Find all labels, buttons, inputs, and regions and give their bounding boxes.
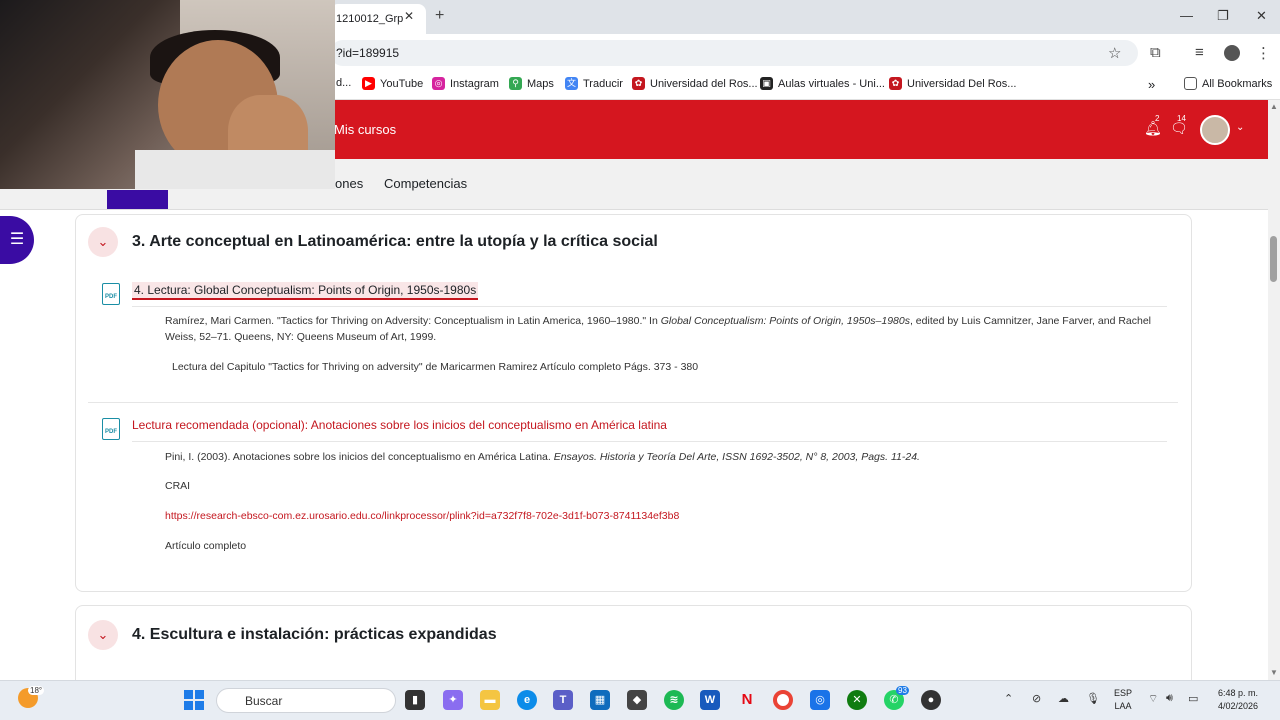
ebsco-link[interactable]: https://research-ebsco-com.ez.urosario.e… [165,508,679,524]
store-icon[interactable]: ▦ [590,690,610,710]
activity-note: Lectura del Capitulo "Tactics for Thrivi… [172,361,699,373]
divider [132,441,1167,442]
spotify-icon[interactable]: ≋ [664,690,684,710]
whatsapp-badge: 93 [896,686,909,695]
close-window-icon[interactable]: ✕ [1256,8,1267,24]
collapse-chevron-icon[interactable]: ⌄ [88,227,118,257]
pdf-icon: PDF [102,418,120,440]
mic-icon[interactable]: 🎙︎ [1086,692,1100,705]
media-icon[interactable]: ≡ [1195,44,1204,61]
menu-icon[interactable]: ⋮ [1256,44,1271,62]
course-index-toggle-icon[interactable]: ☰ [0,216,34,264]
url-text: ?id=189915 [336,46,400,60]
clock[interactable]: 6:48 p. m. 4/02/2026 [1218,687,1258,713]
moodle-icon: ▣ [760,77,773,90]
battery-icon[interactable]: ▭ [1188,692,1198,705]
wifi-icon[interactable]: ⌔ [1148,692,1158,706]
scrollbar[interactable] [1268,100,1280,680]
weather-temp: 18° [28,686,45,695]
profile-icon[interactable] [1224,45,1240,61]
file-explorer-icon[interactable]: ▬ [480,690,500,710]
nav-mis-cursos[interactable]: Mis cursos [334,122,396,137]
edge-icon[interactable]: e [517,690,537,710]
star-icon[interactable]: ☆ [1108,44,1121,62]
subnav-tab-competencias[interactable]: Competencias [384,176,467,191]
messages-badge: 14 [1177,114,1186,123]
pdf-icon: PDF [102,283,120,305]
app-icon[interactable]: ◆ [627,690,647,710]
webcam-overlay [0,0,335,189]
bookmark-university-2[interactable]: ✿ Universidad Del Ros... [889,77,1016,90]
active-tab-indicator [107,190,168,209]
app-icon[interactable]: ◎ [810,690,830,710]
university-icon: ✿ [632,77,645,90]
maps-icon: ⚲ [509,77,522,90]
chevron-down-icon[interactable]: ⌄ [1236,122,1244,133]
copilot-icon[interactable]: ✦ [443,690,463,710]
chrome-icon[interactable] [773,690,793,710]
instagram-icon: ◎ [432,77,445,90]
crai-label: CRAI [165,480,191,492]
section-title: 3. Arte conceptual en Latinoamérica: ent… [132,233,658,250]
all-bookmarks[interactable]: All Bookmarks [1184,77,1272,90]
tab-title: 1210012_Grp [336,13,404,25]
taskbar-search-input[interactable]: Buscar [216,688,396,713]
language-indicator[interactable]: ESP LAA [1114,687,1132,713]
extensions-icon[interactable]: ⧉ [1150,44,1161,61]
bookmark-instagram[interactable]: ◎ Instagram [432,77,499,90]
youtube-icon: ▶ [362,77,375,90]
start-button[interactable] [184,690,204,710]
more-bookmarks-icon[interactable]: » [1148,77,1155,92]
new-tab-button[interactable]: + [435,7,444,25]
avatar[interactable] [1200,115,1230,145]
xbox-icon[interactable]: ✕ [847,690,867,710]
section-card [75,214,1192,592]
teams-icon[interactable]: T [553,690,573,710]
bookmark-youtube[interactable]: ▶ YouTube [362,77,423,90]
activity-link[interactable]: 4. Lectura: Global Conceptualism: Points… [132,282,479,300]
bookmark-university[interactable]: ✿ Universidad del Ros... [632,77,758,90]
obs-icon[interactable]: ● [921,690,941,710]
full-article-label: Artículo completo [165,540,247,552]
scroll-up-icon[interactable]: ▲ [1270,102,1278,111]
bookmark-item[interactable]: d... [336,77,351,89]
tray-icon[interactable]: ⊘ [1032,692,1041,705]
collapse-chevron-icon[interactable]: ⌄ [88,620,118,650]
minimize-icon[interactable]: — [1180,8,1193,23]
restore-icon[interactable]: ❐ [1217,8,1229,24]
activity-citation: Pini, I. (2003). Anotaciones sobre los i… [165,451,920,463]
folder-icon [1184,77,1197,90]
university-icon: ✿ [889,77,902,90]
translate-icon: 文 [565,77,578,90]
volume-icon[interactable]: 🔊︎ [1166,692,1173,705]
divider [132,306,1167,307]
tab-close-icon[interactable]: ✕ [404,9,414,23]
subnav-tab[interactable]: ones [335,176,363,191]
scrollbar-thumb[interactable] [1270,236,1277,282]
task-view-icon[interactable]: ▮ [405,690,425,710]
word-icon[interactable]: W [700,690,720,710]
netflix-icon[interactable]: N [737,690,757,710]
divider [88,402,1178,403]
chevron-up-icon[interactable]: ⌃ [1004,692,1013,705]
scroll-down-icon[interactable]: ▼ [1270,668,1278,677]
address-bar[interactable]: ?id=189915 [330,40,1138,66]
activity-link[interactable]: Lectura recomendada (opcional): Anotacio… [132,418,667,432]
notifications-badge: 2 [1155,114,1160,123]
bookmark-aulas[interactable]: ▣ Aulas virtuales - Uni... [760,77,885,90]
bookmark-translate[interactable]: 文 Traducir [565,77,623,90]
section-title: 4. Escultura e instalación: prácticas ex… [132,626,497,643]
bookmark-maps[interactable]: ⚲ Maps [509,77,554,90]
cloud-icon[interactable]: ☁ [1058,692,1069,705]
activity-citation: Ramírez, Mari Carmen. "Tactics for Thriv… [165,315,1152,343]
